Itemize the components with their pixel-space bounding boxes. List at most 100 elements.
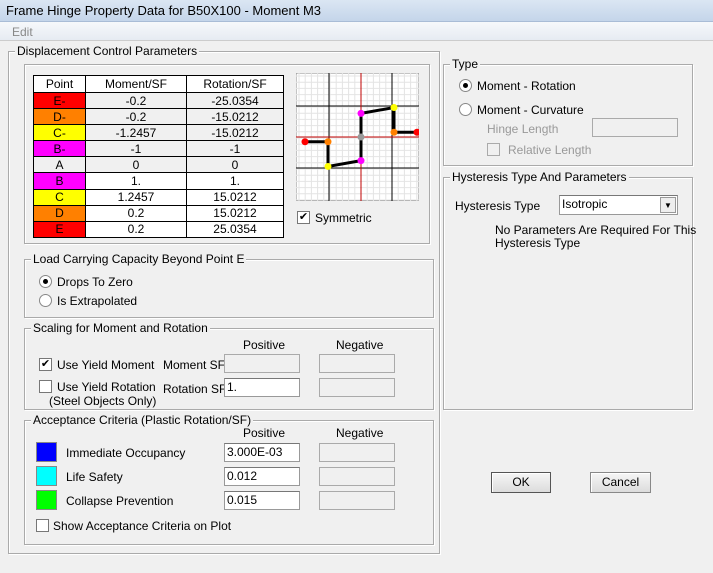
hinge-length-label: Hinge Length [487, 122, 559, 136]
curve-point [357, 109, 365, 117]
rotation-cell[interactable]: -15.0212 [186, 124, 284, 142]
acceptance-label: Life Safety [66, 470, 123, 484]
hysteresis-type-label: Hysteresis Type [455, 199, 541, 213]
rotation-cell[interactable]: -25.0354 [186, 91, 284, 110]
cancel-button[interactable]: Cancel [590, 472, 651, 493]
acceptance-color-swatch[interactable] [36, 442, 57, 462]
moment-cell[interactable]: 1.2457 [85, 188, 187, 206]
group-title: Hysteresis Type And Parameters [450, 170, 629, 184]
relative-length-checkbox[interactable] [487, 143, 500, 156]
use-yield-moment-label: Use Yield Moment [57, 358, 155, 372]
points-table[interactable]: Point Moment/SF Rotation/SF E- -0.2 -25.03… [33, 75, 284, 238]
table-row[interactable]: D- -0.2 -15.0212 [33, 108, 284, 126]
table-row[interactable]: E 0.2 25.0354 [33, 220, 284, 238]
moment-sf-label: Moment SF [163, 358, 226, 372]
symmetric-checkbox[interactable]: ✔ [297, 211, 310, 224]
moment-cell[interactable]: -1.2457 [85, 124, 187, 142]
acceptance-label: Collapse Prevention [66, 494, 174, 508]
table-row[interactable]: D 0.2 15.0212 [33, 204, 284, 222]
table-row[interactable]: C 1.2457 15.0212 [33, 188, 284, 206]
group-title: Scaling for Moment and Rotation [31, 321, 210, 335]
steel-objects-note: (Steel Objects Only) [49, 394, 157, 408]
is-extrapolated-radio[interactable] [39, 294, 52, 307]
col-point: Point [33, 75, 86, 93]
negative-header: Negative [336, 426, 384, 440]
group-title: Displacement Control Parameters [15, 44, 200, 58]
relative-length-label: Relative Length [508, 143, 592, 157]
show-acceptance-checkbox[interactable] [36, 519, 49, 532]
hysteresis-type-select[interactable]: Isotropic ▼ [559, 195, 678, 215]
chevron-down-icon[interactable]: ▼ [660, 197, 676, 213]
point-cell: B [33, 172, 86, 190]
table-row[interactable]: E- -0.2 -25.0354 [33, 91, 284, 110]
menu-edit[interactable]: Edit [12, 25, 33, 39]
moment-cell[interactable]: -0.2 [85, 91, 187, 110]
rotation-cell[interactable]: 15.0212 [186, 188, 284, 206]
rotation-cell[interactable]: 0 [186, 156, 284, 174]
curve-point [324, 138, 332, 146]
acceptance-negative-input[interactable] [319, 467, 395, 486]
moment-cell[interactable]: 1. [85, 172, 187, 190]
moment-cell[interactable]: -1 [85, 140, 187, 158]
moment-rotation-radio[interactable] [459, 79, 472, 92]
point-cell: B- [33, 140, 86, 158]
window-title: Frame Hinge Property Data for B50X100 - … [6, 3, 322, 18]
rotation-sf-positive-input[interactable]: 1. [224, 378, 300, 397]
curve-point [324, 162, 332, 170]
ok-button[interactable]: OK [491, 472, 551, 493]
point-cell: D [33, 204, 86, 222]
col-moment: Moment/SF [85, 75, 187, 93]
group-title: Load Carrying Capacity Beyond Point E [31, 252, 247, 266]
is-extrapolated-label: Is Extrapolated [57, 294, 138, 308]
rotation-sf-negative-input[interactable] [319, 378, 395, 397]
acceptance-color-swatch[interactable] [36, 466, 57, 486]
acceptance-negative-input[interactable] [319, 443, 395, 462]
acceptance-positive-input[interactable]: 3.000E-03 [224, 443, 300, 462]
curve-point [390, 128, 398, 136]
negative-header: Negative [336, 338, 384, 352]
rotation-cell[interactable]: -15.0212 [186, 108, 284, 126]
positive-header: Positive [243, 426, 286, 440]
title-bar: Frame Hinge Property Data for B50X100 - … [0, 0, 713, 22]
hysteresis-type-value: Isotropic [562, 197, 608, 211]
symmetric-label: Symmetric [315, 211, 372, 225]
hinge-length-input[interactable] [592, 118, 678, 137]
curve-point [357, 157, 365, 165]
moment-cell[interactable]: 0 [85, 156, 187, 174]
drops-to-zero-radio[interactable] [39, 275, 52, 288]
use-yield-moment-checkbox[interactable]: ✔ [39, 358, 52, 371]
hysteresis-note: No Parameters Are Required For This [495, 223, 697, 237]
point-cell: C [33, 188, 86, 206]
moment-cell[interactable]: 0.2 [85, 204, 187, 222]
acceptance-negative-input[interactable] [319, 491, 395, 510]
rotation-cell[interactable]: -1 [186, 140, 284, 158]
table-row[interactable]: C- -1.2457 -15.0212 [33, 124, 284, 142]
group-title: Type [450, 57, 481, 71]
acceptance-positive-input[interactable]: 0.012 [224, 467, 300, 486]
drops-to-zero-label: Drops To Zero [57, 275, 133, 289]
curve-point [390, 104, 398, 112]
use-yield-rotation-checkbox[interactable] [39, 380, 52, 393]
show-acceptance-label: Show Acceptance Criteria on Plot [53, 519, 232, 533]
rotation-cell[interactable]: 25.0354 [186, 220, 284, 238]
rotation-cell[interactable]: 15.0212 [186, 204, 284, 222]
hinge-plot [296, 73, 419, 201]
rotation-cell[interactable]: 1. [186, 172, 284, 190]
point-cell: A [33, 156, 86, 174]
col-rotation: Rotation/SF [186, 75, 284, 93]
positive-header: Positive [243, 338, 286, 352]
acceptance-color-swatch[interactable] [36, 490, 57, 510]
table-row[interactable]: B 1. 1. [33, 172, 284, 190]
moment-sf-negative-input[interactable] [319, 354, 395, 373]
acceptance-positive-input[interactable]: 0.015 [224, 491, 300, 510]
moment-sf-positive-input[interactable] [224, 354, 300, 373]
point-cell: E- [33, 91, 86, 110]
point-cell: E [33, 220, 86, 238]
point-cell: C- [33, 124, 86, 142]
table-row[interactable]: A00 [33, 156, 284, 174]
table-row[interactable]: B- -1 -1 [33, 140, 284, 158]
moment-cell[interactable]: 0.2 [85, 220, 187, 238]
moment-cell[interactable]: -0.2 [85, 108, 187, 126]
curve-point [357, 133, 365, 141]
moment-curvature-radio[interactable] [459, 103, 472, 116]
